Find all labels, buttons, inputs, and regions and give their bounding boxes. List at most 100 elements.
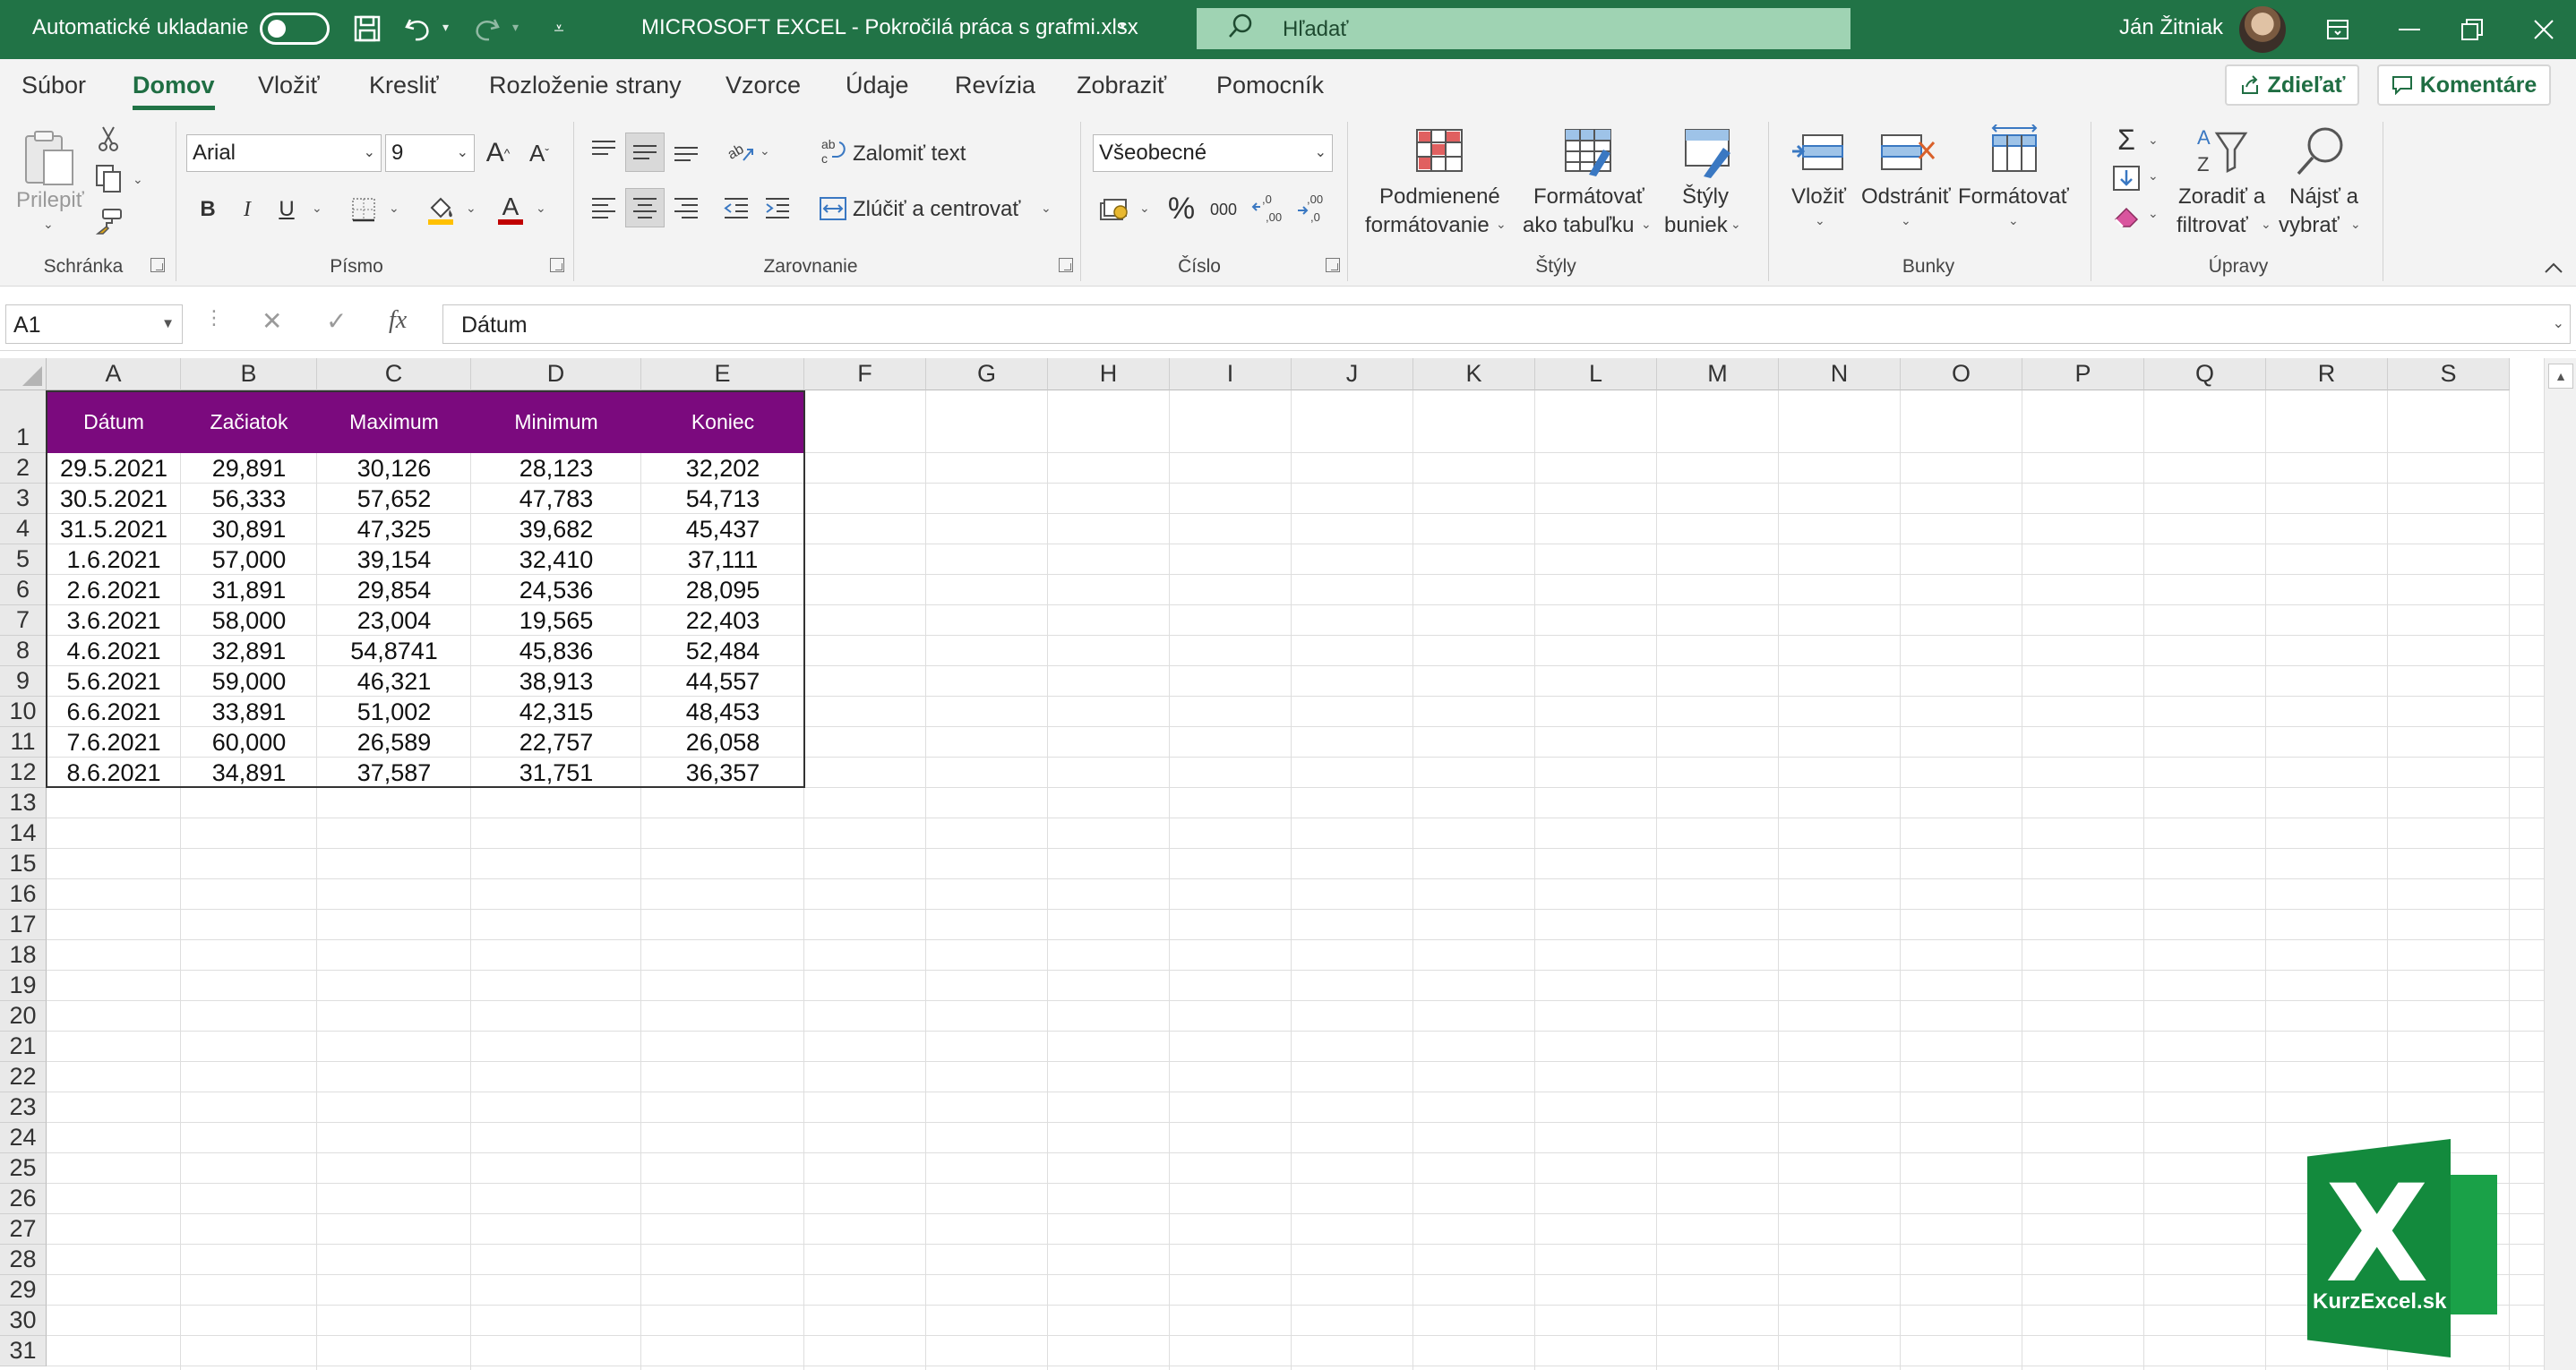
row-header-20[interactable]: 20 (0, 1001, 47, 1032)
table-cell[interactable]: 60,000 (181, 727, 317, 758)
row-header-29[interactable]: 29 (0, 1275, 47, 1306)
user-name[interactable]: Ján Žitniak (2119, 15, 2223, 40)
table-cell[interactable]: 57,000 (181, 544, 317, 575)
column-header-b[interactable]: B (181, 358, 317, 390)
expand-formula-icon[interactable]: ⌄ (2553, 314, 2564, 332)
column-header-p[interactable]: P (2022, 358, 2144, 390)
column-header-d[interactable]: D (471, 358, 641, 390)
table-cell[interactable]: 38,913 (471, 666, 641, 697)
accounting-format-icon[interactable] (1096, 193, 1132, 226)
collapse-ribbon-icon[interactable] (2540, 256, 2567, 279)
table-cell[interactable]: 24,536 (471, 575, 641, 605)
cancel-icon[interactable]: ✕ (262, 306, 282, 336)
column-header-r[interactable]: R (2266, 358, 2388, 390)
tab-view[interactable]: Zobraziť (1077, 72, 1166, 99)
table-header-cell[interactable]: Dátum (47, 390, 181, 453)
align-left-icon[interactable] (588, 190, 620, 226)
row-header-16[interactable]: 16 (0, 879, 47, 910)
table-cell[interactable]: 57,652 (317, 484, 471, 514)
table-cell[interactable]: 26,589 (317, 727, 471, 758)
delete-cells-caret-icon[interactable]: ⌄ (1901, 213, 1911, 228)
table-cell[interactable]: 59,000 (181, 666, 317, 697)
decrease-indent-icon[interactable] (720, 190, 752, 226)
autosave-toggle[interactable] (260, 13, 330, 45)
row-header-6[interactable]: 6 (0, 575, 47, 605)
percent-button[interactable]: % (1164, 190, 1198, 227)
fill-caret-icon[interactable]: ⌄ (2148, 168, 2159, 184)
row-header-31[interactable]: 31 (0, 1336, 47, 1366)
table-cell[interactable]: 54,713 (641, 484, 804, 514)
table-cell[interactable]: 32,202 (641, 453, 804, 484)
row-header-3[interactable]: 3 (0, 484, 47, 514)
table-cell[interactable]: 31.5.2021 (47, 514, 181, 544)
row-header-28[interactable]: 28 (0, 1245, 47, 1275)
delete-cells-icon[interactable] (1877, 127, 1936, 177)
formula-input[interactable]: Dátum ⌄ (442, 304, 2571, 344)
table-header-cell[interactable]: Koniec (641, 390, 804, 453)
column-header-k[interactable]: K (1413, 358, 1535, 390)
row-header-10[interactable]: 10 (0, 697, 47, 727)
table-cell[interactable]: 30,126 (317, 453, 471, 484)
table-cell[interactable]: 19,565 (471, 605, 641, 636)
borders-caret-icon[interactable]: ⌄ (389, 201, 399, 216)
font-color-caret-icon[interactable]: ⌄ (536, 201, 546, 216)
table-cell[interactable]: 6.6.2021 (47, 697, 181, 727)
table-cell[interactable]: 37,587 (317, 758, 471, 788)
increase-font-icon[interactable]: A ^ (482, 134, 514, 172)
cell-styles-icon[interactable] (1679, 124, 1736, 181)
table-cell[interactable]: 22,403 (641, 605, 804, 636)
table-cell[interactable]: 42,315 (471, 697, 641, 727)
merge-center-caret-icon[interactable]: ⌄ (1041, 201, 1052, 216)
vertical-scrollbar[interactable]: ▲ (2544, 358, 2576, 1370)
underline-caret-icon[interactable]: ⌄ (312, 201, 322, 216)
row-header-7[interactable]: 7 (0, 605, 47, 636)
table-cell[interactable]: 30,891 (181, 514, 317, 544)
format-cells-icon[interactable] (1985, 122, 2044, 177)
column-header-m[interactable]: M (1657, 358, 1779, 390)
row-header-26[interactable]: 26 (0, 1184, 47, 1214)
row-header-12[interactable]: 12 (0, 758, 47, 788)
close-icon[interactable] (2517, 7, 2571, 52)
number-format-select[interactable]: Všeobecné ⌄ (1093, 134, 1333, 172)
restore-icon[interactable] (2445, 7, 2499, 52)
clear-eraser-icon[interactable] (2108, 199, 2144, 233)
share-button[interactable]: Zdieľať (2225, 64, 2359, 106)
tab-data[interactable]: Údaje (846, 72, 909, 99)
table-cell[interactable]: 5.6.2021 (47, 666, 181, 697)
column-header-o[interactable]: O (1901, 358, 2022, 390)
table-cell[interactable]: 1.6.2021 (47, 544, 181, 575)
table-cell[interactable]: 45,836 (471, 636, 641, 666)
insert-function-icon[interactable]: fx (389, 306, 407, 335)
table-cell[interactable]: 44,557 (641, 666, 804, 697)
increase-decimal-button[interactable]: ,0,00 (1249, 188, 1290, 229)
table-cell[interactable]: 28,123 (471, 453, 641, 484)
fill-icon[interactable] (2108, 161, 2144, 195)
format-as-table-icon[interactable] (1560, 124, 1618, 181)
table-cell[interactable]: 4.6.2021 (47, 636, 181, 666)
row-header-8[interactable]: 8 (0, 636, 47, 666)
align-right-icon[interactable] (670, 190, 702, 226)
customize-toolbar-icon[interactable]: ⩡ (541, 11, 577, 47)
borders-icon[interactable] (348, 193, 380, 226)
table-cell[interactable]: 33,891 (181, 697, 317, 727)
more-options-icon[interactable]: ⋮ (204, 306, 224, 330)
column-header-h[interactable]: H (1048, 358, 1170, 390)
comments-button[interactable]: Komentáre (2377, 64, 2551, 106)
number-launcher-icon[interactable] (1326, 258, 1340, 272)
row-header-5[interactable]: 5 (0, 544, 47, 575)
row-header-19[interactable]: 19 (0, 971, 47, 1001)
table-cell[interactable]: 39,154 (317, 544, 471, 575)
copy-caret-icon[interactable]: ⌄ (133, 172, 143, 187)
table-cell[interactable]: 48,453 (641, 697, 804, 727)
table-cell[interactable]: 32,410 (471, 544, 641, 575)
row-header-24[interactable]: 24 (0, 1123, 47, 1153)
column-header-g[interactable]: G (926, 358, 1048, 390)
bold-button[interactable]: B (192, 192, 224, 227)
tab-help[interactable]: Pomocník (1216, 72, 1324, 99)
undo-caret-icon[interactable]: ▾ (442, 20, 449, 35)
column-header-j[interactable]: J (1292, 358, 1413, 390)
table-cell[interactable]: 37,111 (641, 544, 804, 575)
paste-caret-icon[interactable]: ⌄ (43, 217, 54, 232)
accounting-caret-icon[interactable]: ⌄ (1139, 201, 1150, 216)
table-header-cell[interactable]: Začiatok (181, 390, 317, 453)
